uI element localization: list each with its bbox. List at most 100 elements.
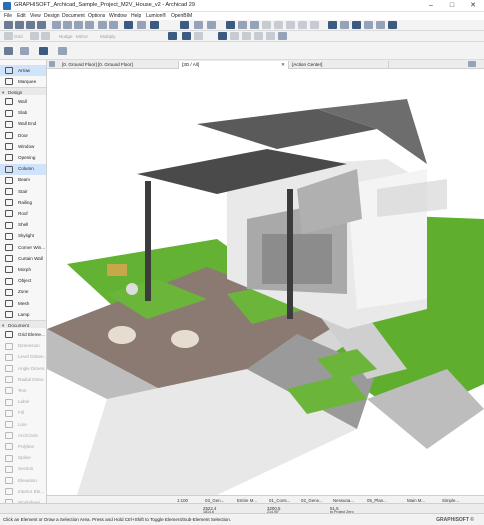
library-icon[interactable] xyxy=(352,21,361,29)
render-icon[interactable] xyxy=(364,21,373,29)
pointer-icon[interactable] xyxy=(63,21,72,29)
3d-view-icon[interactable] xyxy=(137,21,146,29)
tab-ground-floor[interactable]: [0. Ground Floor] [0. Ground Floor] xyxy=(59,61,179,69)
export-icon[interactable] xyxy=(278,32,287,40)
guide-lines-icon[interactable] xyxy=(109,21,118,29)
offset-icon[interactable] xyxy=(182,32,191,40)
tool-column[interactable]: Column xyxy=(0,163,46,175)
record-icon[interactable] xyxy=(254,32,263,40)
multiply-label[interactable]: Multiply xyxy=(100,34,116,39)
fillet-icon[interactable] xyxy=(262,21,271,29)
redo-icon[interactable] xyxy=(37,21,46,29)
teamwork-icon[interactable] xyxy=(340,21,349,29)
tool-arrow[interactable]: Arrow xyxy=(0,65,46,76)
tool-wall[interactable]: Wall xyxy=(0,96,46,107)
tool-radial-dimension[interactable]: Radial Dime... xyxy=(0,374,46,385)
section-design[interactable]: ▾ Design xyxy=(0,87,46,96)
publish-icon[interactable] xyxy=(376,21,385,29)
favorites-icon[interactable] xyxy=(328,21,337,29)
tool-door[interactable]: Door xyxy=(0,130,46,141)
section-document[interactable]: ▾ Document xyxy=(0,320,46,329)
trim-icon[interactable] xyxy=(274,21,283,29)
menu-edit[interactable]: Edit xyxy=(17,13,26,19)
tab-options-icon[interactable] xyxy=(468,61,476,67)
split-icon[interactable] xyxy=(286,21,295,29)
magic-wand-2-icon[interactable] xyxy=(168,32,177,40)
nudge-label[interactable]: Nudge xyxy=(59,34,73,39)
tool-level-dimension[interactable]: Level Dimen... xyxy=(0,352,46,363)
tool-shell[interactable]: Shell xyxy=(0,220,46,231)
tool-stair[interactable]: Stair xyxy=(0,186,46,197)
measure-icon[interactable] xyxy=(238,21,247,29)
menu-openbim[interactable]: OpenBIM xyxy=(171,13,192,19)
rotate-icon[interactable] xyxy=(30,32,39,40)
print-icon[interactable] xyxy=(52,21,61,29)
tool-elevation[interactable]: Elevation xyxy=(0,475,46,486)
adjust-icon[interactable] xyxy=(298,21,307,29)
floor-plan-view-icon[interactable] xyxy=(180,21,189,29)
tool-text[interactable]: Text xyxy=(0,385,46,396)
geometry-method-icon[interactable] xyxy=(39,47,48,55)
angle-icon[interactable] xyxy=(250,21,259,29)
tool-polyline[interactable]: Polyline xyxy=(0,441,46,452)
play-icon[interactable] xyxy=(230,32,239,40)
tool-curtain-wall[interactable]: Curtain Wall xyxy=(0,253,46,264)
info-box-settings-icon[interactable] xyxy=(4,47,13,55)
tool-slab[interactable]: Slab xyxy=(0,108,46,119)
tab-3d-all[interactable]: [3D / All] ✕ xyxy=(179,61,289,69)
tab-action-center[interactable]: [Action Center] xyxy=(289,61,389,69)
tool-marquee[interactable]: Marquee xyxy=(0,76,46,87)
tracker-icon[interactable] xyxy=(124,21,133,29)
menu-lumion[interactable]: Lumion® xyxy=(146,13,166,19)
tool-zone[interactable]: Zone xyxy=(0,287,46,298)
tool-grid-element[interactable]: Grid Eleme... xyxy=(0,329,46,340)
menu-design[interactable]: Design xyxy=(44,13,60,19)
tool-corner-window[interactable]: Corner Win... xyxy=(0,242,46,253)
section-view-icon[interactable] xyxy=(194,21,203,29)
orbit-icon[interactable] xyxy=(150,21,159,29)
close-tab-icon[interactable]: ✕ xyxy=(281,61,285,68)
tool-skylight[interactable]: Skylight xyxy=(0,231,46,242)
tool-label[interactable]: Label xyxy=(0,397,46,408)
layer-selector-icon[interactable] xyxy=(20,47,29,55)
close-button[interactable]: ✕ xyxy=(463,0,483,12)
tab-list-icon[interactable] xyxy=(49,61,55,67)
tool-roof[interactable]: Roof xyxy=(0,208,46,219)
tool-arc-circle[interactable]: Arc/Circle xyxy=(0,430,46,441)
elevation-view-icon[interactable] xyxy=(207,21,216,29)
new-file-icon[interactable] xyxy=(4,21,13,29)
tool-window[interactable]: Window xyxy=(0,141,46,152)
tool-dimension[interactable]: Dimension xyxy=(0,341,46,352)
tool-fill[interactable]: Fill xyxy=(0,408,46,419)
tool-object[interactable]: Object xyxy=(0,276,46,287)
mirror-label[interactable]: Mirror xyxy=(76,34,88,39)
layers-icon[interactable] xyxy=(85,21,94,29)
stop-icon[interactable] xyxy=(242,32,251,40)
grid-label[interactable]: Grid xyxy=(14,34,23,39)
tool-interior-elevation[interactable]: Interior Ele... xyxy=(0,486,46,497)
maximize-button[interactable]: □ xyxy=(442,0,462,12)
menu-help[interactable]: Help xyxy=(131,13,141,19)
menu-view[interactable]: View xyxy=(30,13,41,19)
tool-railing[interactable]: Railing xyxy=(0,197,46,208)
issue-manager-icon[interactable] xyxy=(388,21,397,29)
undo-icon[interactable] xyxy=(26,21,35,29)
tool-angle-dimension[interactable]: Angle Dimen... xyxy=(0,363,46,374)
tool-beam[interactable]: Beam xyxy=(0,175,46,186)
intersect-icon[interactable] xyxy=(310,21,319,29)
menu-options[interactable]: Options xyxy=(88,13,105,19)
cursor-select-icon[interactable] xyxy=(218,32,227,40)
snap-icon[interactable] xyxy=(226,21,235,29)
tool-morph[interactable]: Morph xyxy=(0,264,46,275)
magic-wand-icon[interactable] xyxy=(74,21,83,29)
tool-opening[interactable]: Opening xyxy=(0,152,46,163)
arrow-dropdown-icon[interactable] xyxy=(58,47,67,55)
tool-section[interactable]: Section xyxy=(0,464,46,475)
grid-snap-icon[interactable] xyxy=(98,21,107,29)
menu-document[interactable]: Document xyxy=(62,13,85,19)
tool-mesh[interactable]: Mesh xyxy=(0,298,46,309)
open-file-icon[interactable] xyxy=(15,21,24,29)
tool-lamp[interactable]: Lamp xyxy=(0,309,46,320)
explode-icon[interactable] xyxy=(194,32,203,40)
camera-icon[interactable] xyxy=(266,32,275,40)
